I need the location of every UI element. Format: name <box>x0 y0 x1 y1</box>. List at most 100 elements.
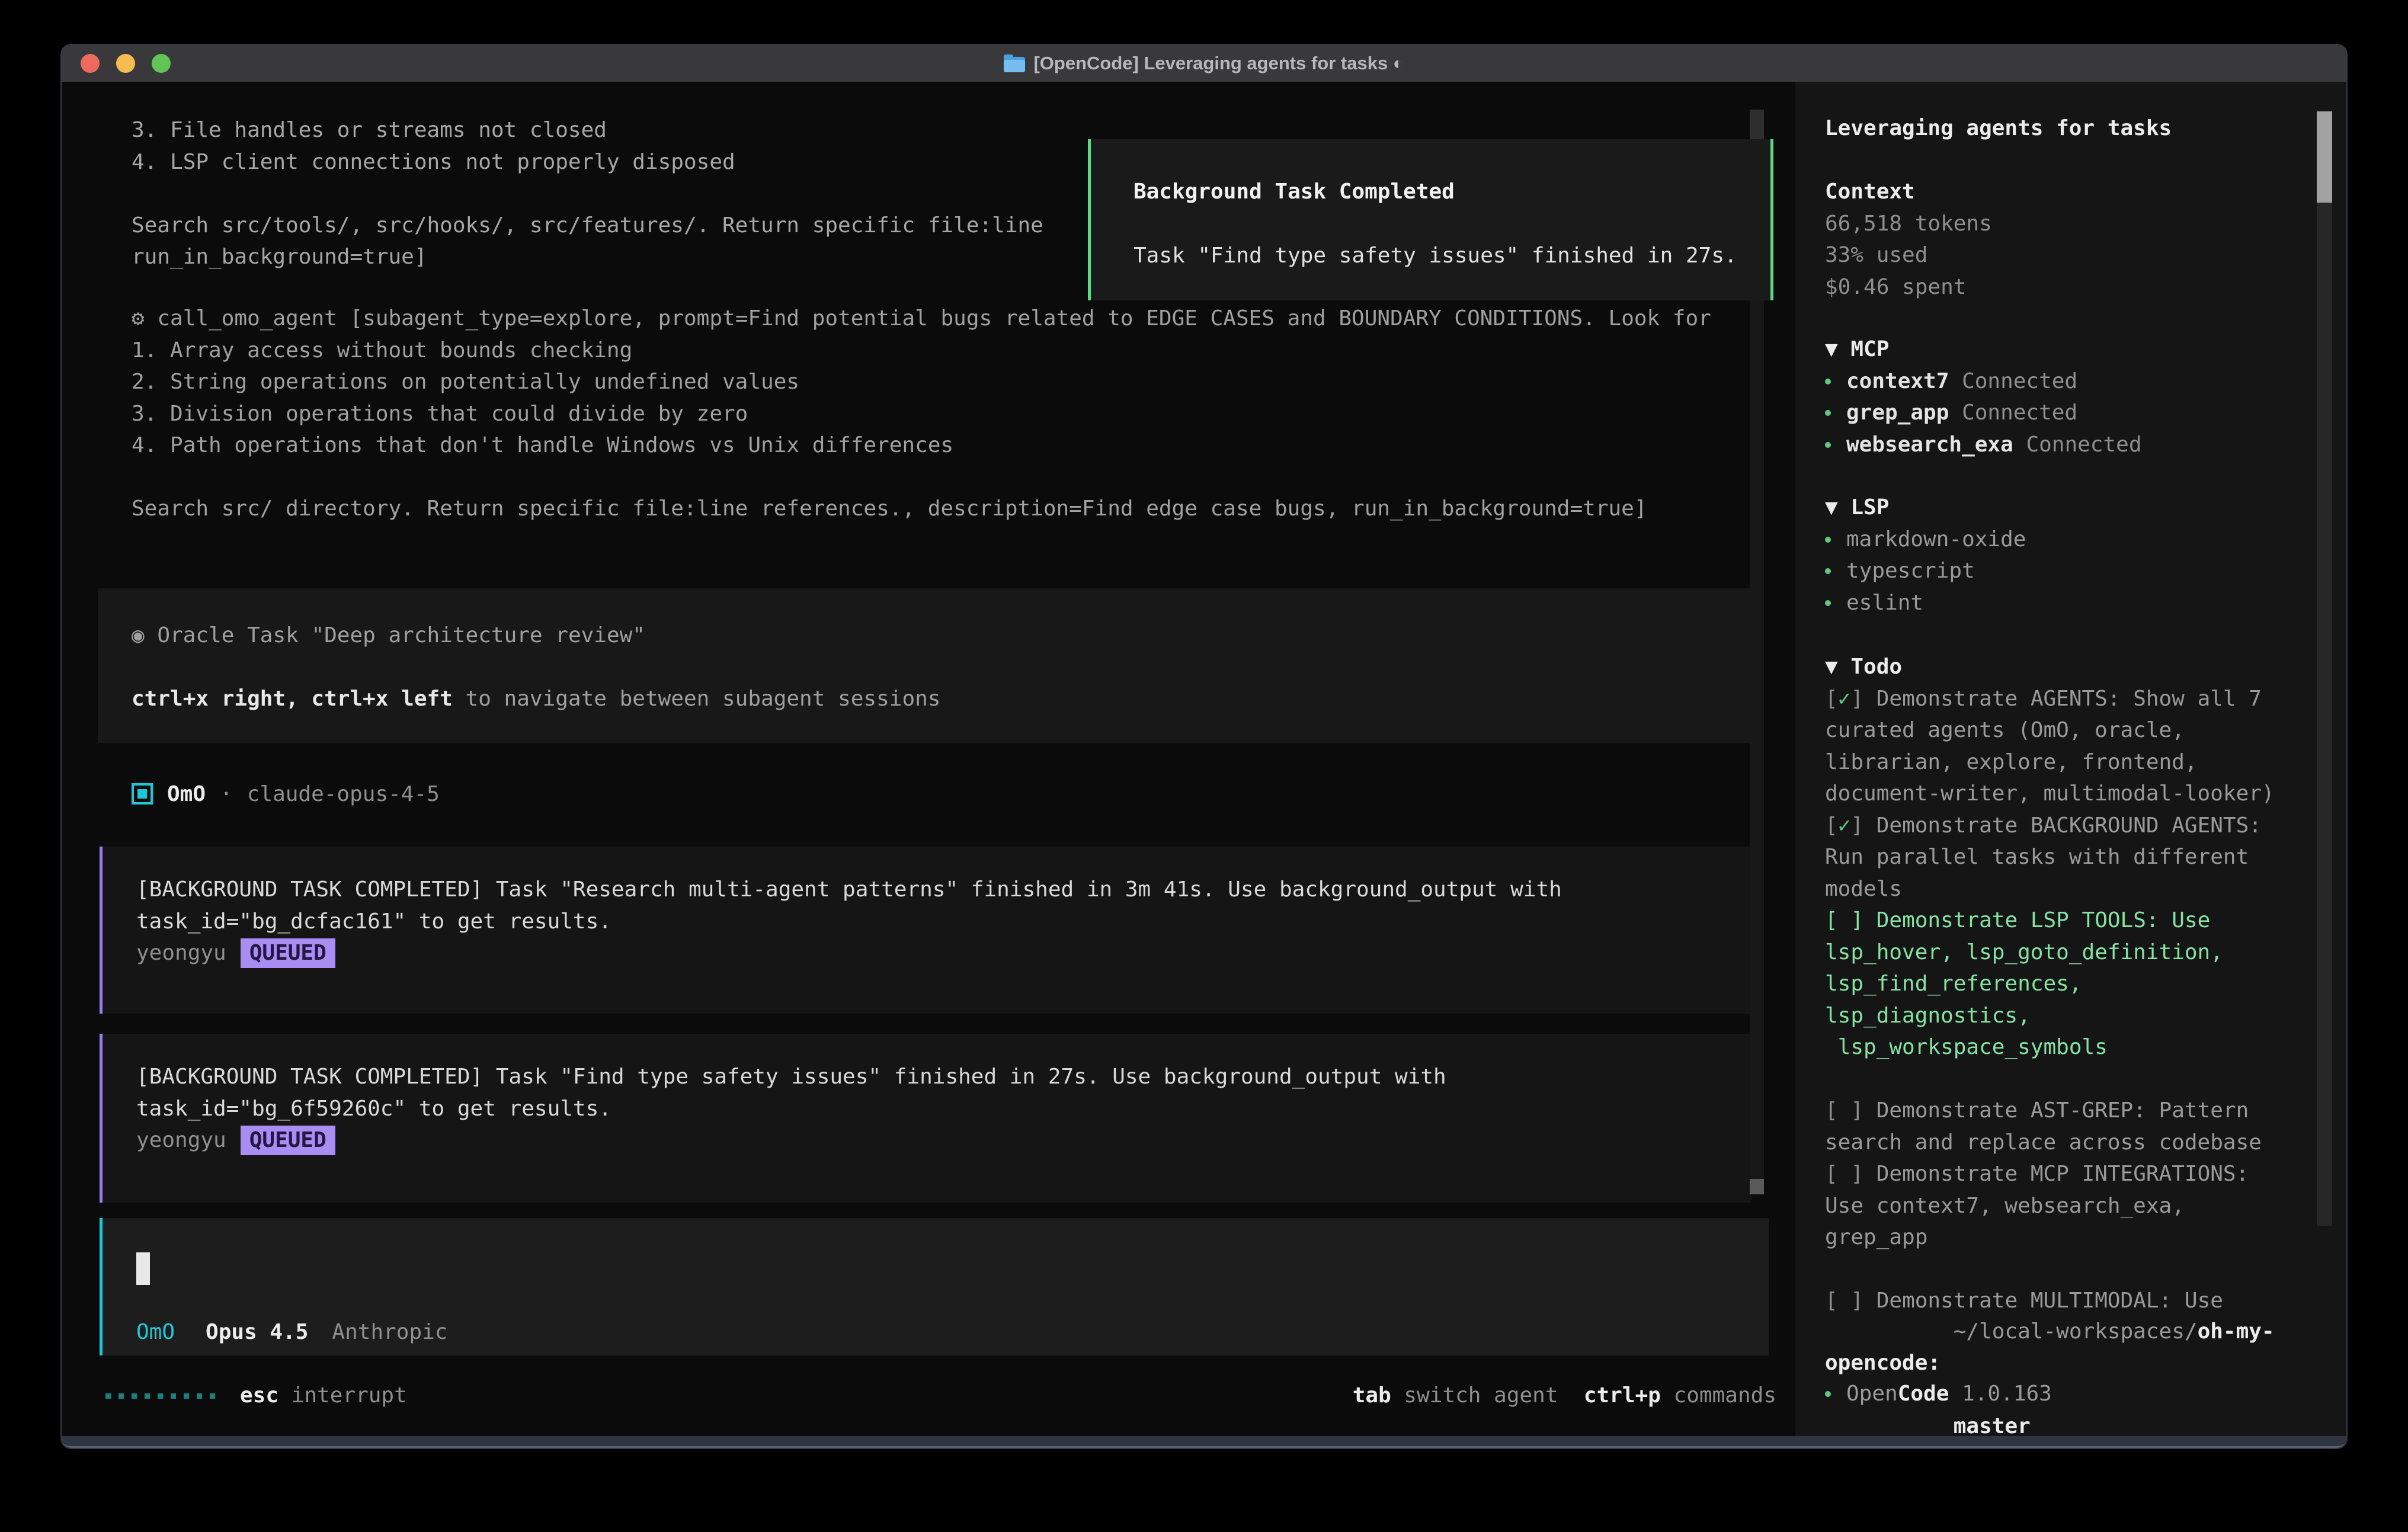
collapse-triangle-icon: ▼ <box>1825 337 1850 361</box>
app-name-bold: Code <box>1898 1378 1949 1410</box>
lsp-heading[interactable]: ▼ LSP <box>1825 492 2287 524</box>
mcp-item: grep_app Connected <box>1825 397 2287 429</box>
tool-call-line: 3. Division operations that could divide… <box>132 398 1711 430</box>
window-bottom-frame <box>62 1436 2346 1448</box>
transcript-line <box>132 178 1043 210</box>
todo-item: [ ] Demonstrate MCP INTEGRATIONS: Use co… <box>1825 1158 2287 1254</box>
main-scrollbar-end[interactable] <box>1750 1179 1764 1194</box>
background-task-card: [BACKGROUND TASK COMPLETED] Task "Resear… <box>100 847 1751 1014</box>
context-section: Context 66,518 tokens 33% used $0.46 spe… <box>1825 176 2287 303</box>
notification-toast: Background Task Completed Task "Find typ… <box>1088 139 1773 300</box>
transcript-line: 4. LSP client connections not properly d… <box>132 146 1043 178</box>
oracle-task-card[interactable]: ◉ Oracle Task "Deep architecture review"… <box>98 588 1752 743</box>
sidebar-scrollbar-track[interactable] <box>2317 111 2332 1226</box>
shortcut-keys: ctrl+x right, ctrl+x left <box>132 687 453 711</box>
todo-section: ▼ Todo [✓] Demonstrate AGENTS: Show all … <box>1825 651 2287 1317</box>
status-bar: esc interrupt tab switch agent ctrl+p co… <box>62 1380 1795 1412</box>
oracle-task-title: Oracle Task "Deep architecture review" <box>157 623 645 648</box>
task-author: yeongyu <box>136 1124 226 1156</box>
ctrlp-key: ctrl+p <box>1584 1383 1661 1408</box>
input-agent-name: OmO <box>136 1316 175 1348</box>
tool-call-block: ⚙ call_omo_agent [subagent_type=explore,… <box>132 303 1711 525</box>
tool-call-line: call_omo_agent [subagent_type=explore, p… <box>157 306 1711 331</box>
tab-key: tab <box>1353 1383 1391 1408</box>
input-model-name: Opus 4.5 <box>206 1316 308 1348</box>
transcript-block-top: 3. File handles or streams not closed 4.… <box>132 114 1043 273</box>
main-scrollbar-track[interactable] <box>1750 300 1764 1179</box>
context-used: 33% used <box>1825 239 2287 271</box>
esc-label: interrupt <box>278 1383 407 1408</box>
terminal-window: [OpenCode] Leveraging agents for tasks ◐… <box>62 45 2346 1448</box>
app-name-prefix: Open <box>1846 1378 1898 1410</box>
status-dot-icon <box>1825 442 1831 448</box>
interrupt-shortcut: esc interrupt <box>240 1380 407 1412</box>
record-icon: ◉ <box>132 623 145 648</box>
status-dot-icon <box>1825 600 1831 606</box>
agent-session-header: OmO · claude-opus-4-5 <box>132 778 440 810</box>
gear-icon: ⚙ <box>132 306 145 331</box>
lsp-item: markdown-oxide <box>1825 524 2287 556</box>
tool-call-line: 2. String operations on potentially unde… <box>132 366 1711 398</box>
lsp-item: typescript <box>1825 555 2287 587</box>
agent-square-icon <box>132 783 153 805</box>
task-card-line: task_id="bg_6f59260c" to get results. <box>136 1093 1751 1125</box>
collapse-triangle-icon: ▼ <box>1825 655 1850 679</box>
mcp-item: context7 Connected <box>1825 366 2287 398</box>
status-badge: QUEUED <box>241 938 335 968</box>
task-card-line: task_id="bg_dcfac161" to get results. <box>136 906 1751 938</box>
workspace-dir: ~/local-workspaces/ <box>1954 1319 2198 1344</box>
status-badge: QUEUED <box>241 1126 335 1155</box>
status-dot-icon <box>1825 379 1831 384</box>
session-title: Leveraging agents for tasks <box>1825 113 2287 145</box>
shortcut-hint: to navigate between subagent sessions <box>453 687 941 711</box>
status-dot-icon <box>1825 1391 1831 1397</box>
context-spent: $0.46 spent <box>1825 271 2287 303</box>
tool-call-line: 1. Array access without bounds checking <box>132 335 1711 367</box>
tab-label: switch agent <box>1391 1383 1558 1408</box>
task-card-line: [BACKGROUND TASK COMPLETED] Task "Resear… <box>136 874 1751 906</box>
activity-dots-icon <box>105 1380 215 1412</box>
close-window-button[interactable] <box>81 54 100 73</box>
minimize-window-button[interactable] <box>116 54 135 73</box>
todo-item: [ ] Demonstrate AST-GREP: Pattern search… <box>1825 1095 2287 1158</box>
agent-model: claude-opus-4-5 <box>247 782 440 806</box>
app-version-row: OpenCode 1.0.163 <box>1825 1378 2287 1410</box>
tool-call-header: ⚙ call_omo_agent [subagent_type=explore,… <box>132 303 1711 335</box>
status-dot-icon <box>1825 568 1831 574</box>
folder-icon <box>1004 55 1025 72</box>
prompt-input[interactable]: OmO Opus 4.5 Anthropic <box>100 1218 1769 1355</box>
input-model-row: OmO Opus 4.5 Anthropic <box>136 1316 448 1348</box>
window-title-row: [OpenCode] Leveraging agents for tasks ◐ <box>62 53 2346 74</box>
checkmark-icon: ✓ <box>1838 813 1851 838</box>
tool-call-line: 4. Path operations that don't handle Win… <box>132 430 1711 461</box>
agent-name: OmO <box>167 782 206 806</box>
checkbox-empty-icon <box>1838 908 1851 932</box>
todo-item: [✓] Demonstrate BACKGROUND AGENTS: Run p… <box>1825 810 2287 905</box>
checkmark-icon: ✓ <box>1838 687 1851 711</box>
sidebar-scrollbar-thumb[interactable] <box>2317 111 2332 203</box>
zoom-window-button[interactable] <box>152 54 171 73</box>
checkbox-empty-icon <box>1838 1162 1851 1186</box>
mcp-heading[interactable]: ▼ MCP <box>1825 334 2287 366</box>
lsp-section: ▼ LSP markdown-oxide typescript eslint <box>1825 492 2287 618</box>
transcript-line: 3. File handles or streams not closed <box>132 114 1043 146</box>
git-branch: master <box>1954 1414 2031 1438</box>
text-cursor <box>136 1252 150 1285</box>
oracle-task-hint-line: ctrl+x right, ctrl+x left to navigate be… <box>132 683 1752 715</box>
todo-item: [ ] Demonstrate LSP TOOLS: Use lsp_hover… <box>1825 905 2287 1063</box>
desktop: [OpenCode] Leveraging agents for tasks ◐… <box>0 0 2408 1532</box>
window-title: [OpenCode] Leveraging agents for tasks ◐ <box>1033 53 1404 74</box>
collapse-triangle-icon: ▼ <box>1825 495 1850 520</box>
task-author: yeongyu <box>136 937 226 969</box>
todo-heading[interactable]: ▼ Todo <box>1825 651 2287 683</box>
task-card-footer: yeongyu QUEUED <box>136 1124 1751 1156</box>
task-card-footer: yeongyu QUEUED <box>136 937 1751 969</box>
lsp-item: eslint <box>1825 587 2287 619</box>
checkbox-empty-icon <box>1838 1098 1851 1123</box>
statusbar-shortcuts: tab switch agent ctrl+p commands <box>1353 1380 1776 1412</box>
toast-body: Task "Find type safety issues" finished … <box>1133 240 1770 272</box>
context-heading: Context <box>1825 176 2287 208</box>
ctrlp-label: commands <box>1661 1383 1776 1408</box>
window-titlebar: [OpenCode] Leveraging agents for tasks ◐ <box>62 45 2346 82</box>
chat-main-area: 3. File handles or streams not closed 4.… <box>62 82 1795 1436</box>
